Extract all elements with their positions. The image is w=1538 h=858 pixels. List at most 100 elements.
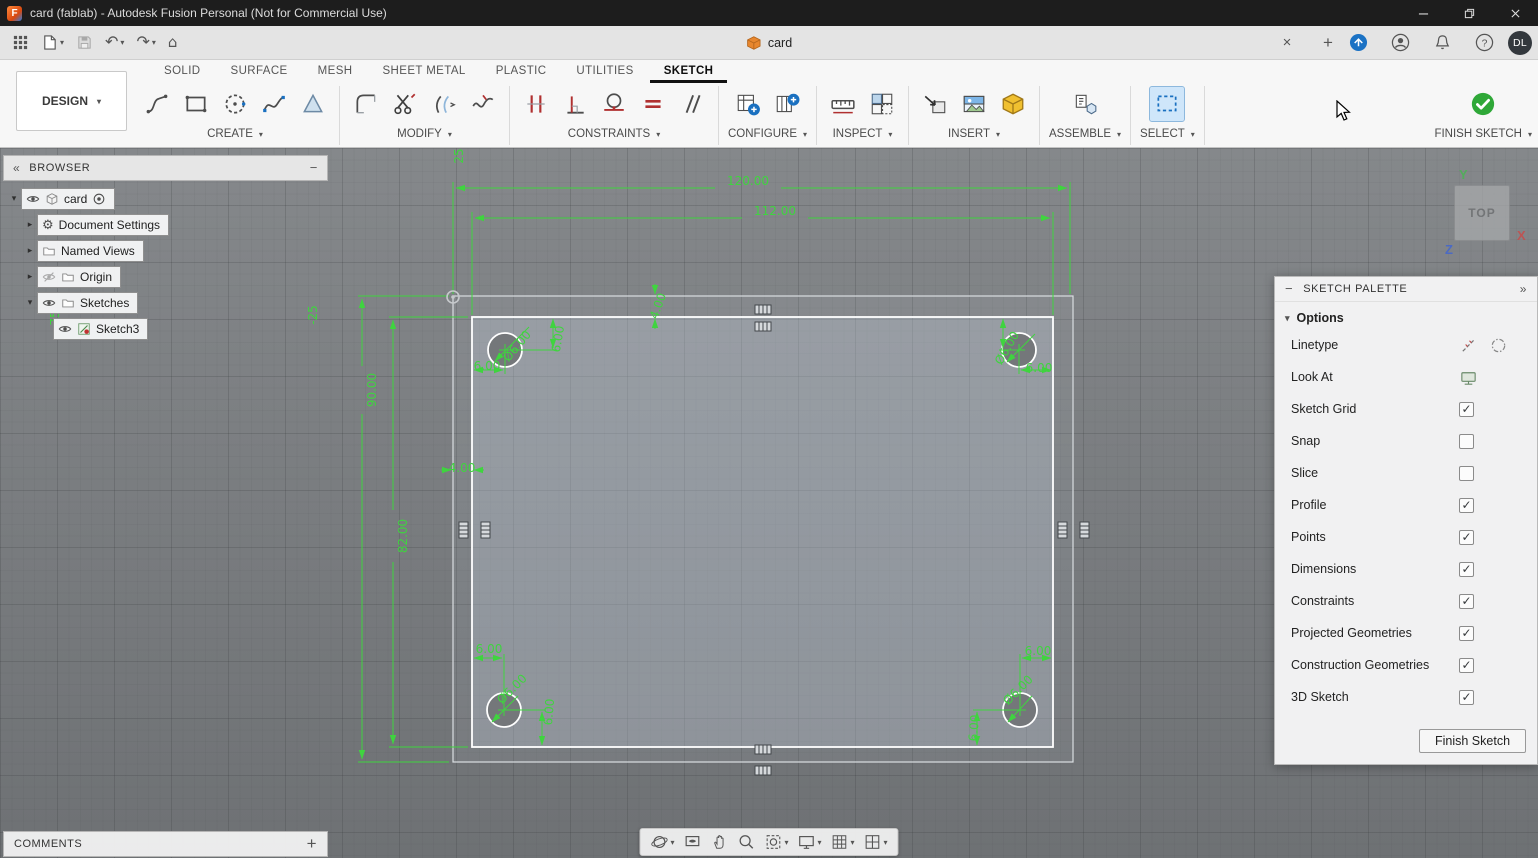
dimension-label[interactable]: 90.00 [365, 373, 379, 407]
browser-header[interactable]: « BROWSER − [3, 155, 328, 181]
dimension-label[interactable]: 6.00 [474, 359, 501, 373]
fillet-tool-button[interactable] [349, 87, 383, 121]
close-window-button[interactable] [1492, 0, 1538, 26]
viewcube[interactable]: Y TOP X Z [1445, 166, 1537, 258]
dimension-label[interactable]: 112.00 [754, 204, 796, 218]
circle-tool-button[interactable] [218, 87, 252, 121]
tangent-constraint-button[interactable] [597, 87, 631, 121]
ribbon-group-dropdown-assemble[interactable]: ASSEMBLE▾ [1049, 128, 1121, 140]
save-button[interactable] [72, 31, 97, 54]
parallel-constraint-button[interactable] [675, 87, 709, 121]
ribbon-group-dropdown-inspect[interactable]: INSPECT▾ [833, 128, 893, 140]
checkbox-points[interactable]: ✓ [1459, 530, 1474, 545]
break-tool-button[interactable] [466, 87, 500, 121]
finish-sketch-button[interactable]: Finish Sketch [1419, 729, 1526, 753]
dimension-label[interactable]: 6.00 [541, 698, 557, 726]
restore-button[interactable] [1446, 0, 1492, 26]
checkbox-projected-geometries[interactable]: ✓ [1459, 626, 1474, 641]
sketch-palette-header[interactable]: − SKETCH PALETTE » [1275, 277, 1537, 302]
checkbox-3d-sketch[interactable]: ✓ [1459, 690, 1474, 705]
collapse-panel-icon[interactable]: « [13, 161, 20, 175]
fit-button[interactable]: ▾ [761, 831, 791, 853]
checkbox-profile[interactable]: ✓ [1459, 498, 1474, 513]
look-at-view-button[interactable] [1459, 368, 1478, 387]
insert-mcmaster-button[interactable] [996, 87, 1030, 121]
dimension-label[interactable]: 4.00 [449, 461, 476, 475]
offset-tool-button[interactable] [427, 87, 461, 121]
horizontal-vertical-constraint-button[interactable] [519, 87, 553, 121]
new-tab-button[interactable]: + [1317, 31, 1339, 53]
configuration-insert-button[interactable] [770, 87, 804, 121]
checkbox-snap[interactable] [1459, 434, 1474, 449]
options-section-header[interactable]: ▾ Options [1275, 302, 1537, 329]
orbit-button[interactable]: ▾ [647, 831, 677, 853]
redo-button[interactable]: ↷▾ [132, 31, 159, 55]
checkbox-sketch-grid[interactable]: ✓ [1459, 402, 1474, 417]
home-button[interactable]: ⌂ [164, 31, 182, 55]
dimension-label[interactable]: 6.00 [966, 714, 982, 742]
expander-icon[interactable]: ▾ [7, 193, 21, 204]
centerline-linetype-button[interactable] [1489, 336, 1508, 355]
ribbon-group-dropdown-constraints[interactable]: CONSTRAINTS▾ [568, 128, 660, 140]
undo-button[interactable]: ↶▾ [101, 31, 128, 55]
ribbon-tab-surface[interactable]: SURFACE [217, 60, 302, 83]
checkbox-dimensions[interactable]: ✓ [1459, 562, 1474, 577]
browser-node-origin[interactable]: Origin [37, 266, 121, 288]
dimension-label[interactable]: 25 [452, 148, 466, 163]
configuration-table-button[interactable] [731, 87, 765, 121]
ribbon-tab-plastic[interactable]: PLASTIC [482, 60, 561, 83]
browser-node-sketch3[interactable]: Sketch3 [53, 318, 148, 340]
insert-derive-button[interactable] [918, 87, 952, 121]
document-tab[interactable]: card [746, 26, 792, 59]
insert-canvas-button[interactable] [957, 87, 991, 121]
card-profile[interactable] [453, 296, 1073, 762]
rectangle-tool-button[interactable] [179, 87, 213, 121]
help-button[interactable]: ? [1471, 30, 1498, 55]
expander-icon[interactable]: ▸ [23, 245, 37, 256]
checkbox-constraints[interactable]: ✓ [1459, 594, 1474, 609]
section-analysis-button[interactable] [865, 87, 899, 121]
workspace-selector[interactable]: DESIGN ▾ [16, 71, 127, 131]
polygon-tool-button[interactable] [296, 87, 330, 121]
browser-node-named-views[interactable]: Named Views [37, 240, 144, 262]
dimension-label[interactable]: 6.00 [1026, 361, 1053, 375]
trim-tool-button[interactable] [388, 87, 422, 121]
ribbon-tab-solid[interactable]: SOLID [150, 60, 215, 83]
app-menu-grid-button[interactable] [8, 31, 33, 54]
add-comment-button[interactable]: + [307, 835, 317, 854]
ribbon-group-dropdown-finish-sketch[interactable]: FINISH SKETCH▾ [1434, 128, 1532, 140]
expander-icon[interactable]: ▾ [23, 297, 37, 308]
profile-button[interactable] [1387, 30, 1414, 55]
viewports-button[interactable]: ▾ [861, 831, 891, 853]
browser-node-document-settings[interactable]: ⚙Document Settings [37, 214, 169, 236]
new-component-button[interactable] [1068, 87, 1102, 121]
dimension-label[interactable]: 82.00 [396, 519, 410, 553]
dimension-label[interactable]: 120.00 [727, 174, 769, 188]
ribbon-tab-mesh[interactable]: MESH [304, 60, 367, 83]
expander-icon[interactable]: ▸ [23, 219, 37, 230]
ribbon-group-dropdown-configure[interactable]: CONFIGURE▾ [728, 128, 807, 140]
dimension-label[interactable]: 6.00 [476, 642, 503, 656]
extensions-button[interactable] [1345, 30, 1372, 55]
zoom-button[interactable] [734, 831, 758, 853]
equal-constraint-button[interactable] [636, 87, 670, 121]
comments-panel[interactable]: COMMENTS + [3, 831, 328, 857]
minimize-button[interactable] [1400, 0, 1446, 26]
viewcube-top-face[interactable]: TOP [1454, 185, 1510, 241]
ribbon-tab-utilities[interactable]: UTILITIES [562, 60, 647, 83]
perpendicular-constraint-button[interactable] [558, 87, 592, 121]
ribbon-tab-sheet-metal[interactable]: SHEET METAL [368, 60, 479, 83]
select-window-button[interactable] [1150, 87, 1184, 121]
minimize-panel-icon[interactable]: − [1285, 282, 1293, 296]
expander-icon[interactable]: ▸ [23, 271, 37, 282]
ribbon-group-dropdown-insert[interactable]: INSERT▾ [948, 128, 1000, 140]
pan-button[interactable] [707, 831, 731, 853]
grid-display-button[interactable]: ▾ [828, 831, 858, 853]
construction-linetype-button[interactable] [1459, 336, 1478, 355]
ribbon-group-dropdown-create[interactable]: CREATE▾ [207, 128, 263, 140]
ribbon-tab-sketch[interactable]: SKETCH [650, 60, 728, 83]
spline-tool-button[interactable] [257, 87, 291, 121]
checkbox-slice[interactable] [1459, 466, 1474, 481]
dock-panel-icon[interactable]: » [1520, 282, 1527, 296]
minimize-panel-icon[interactable]: − [310, 161, 318, 175]
